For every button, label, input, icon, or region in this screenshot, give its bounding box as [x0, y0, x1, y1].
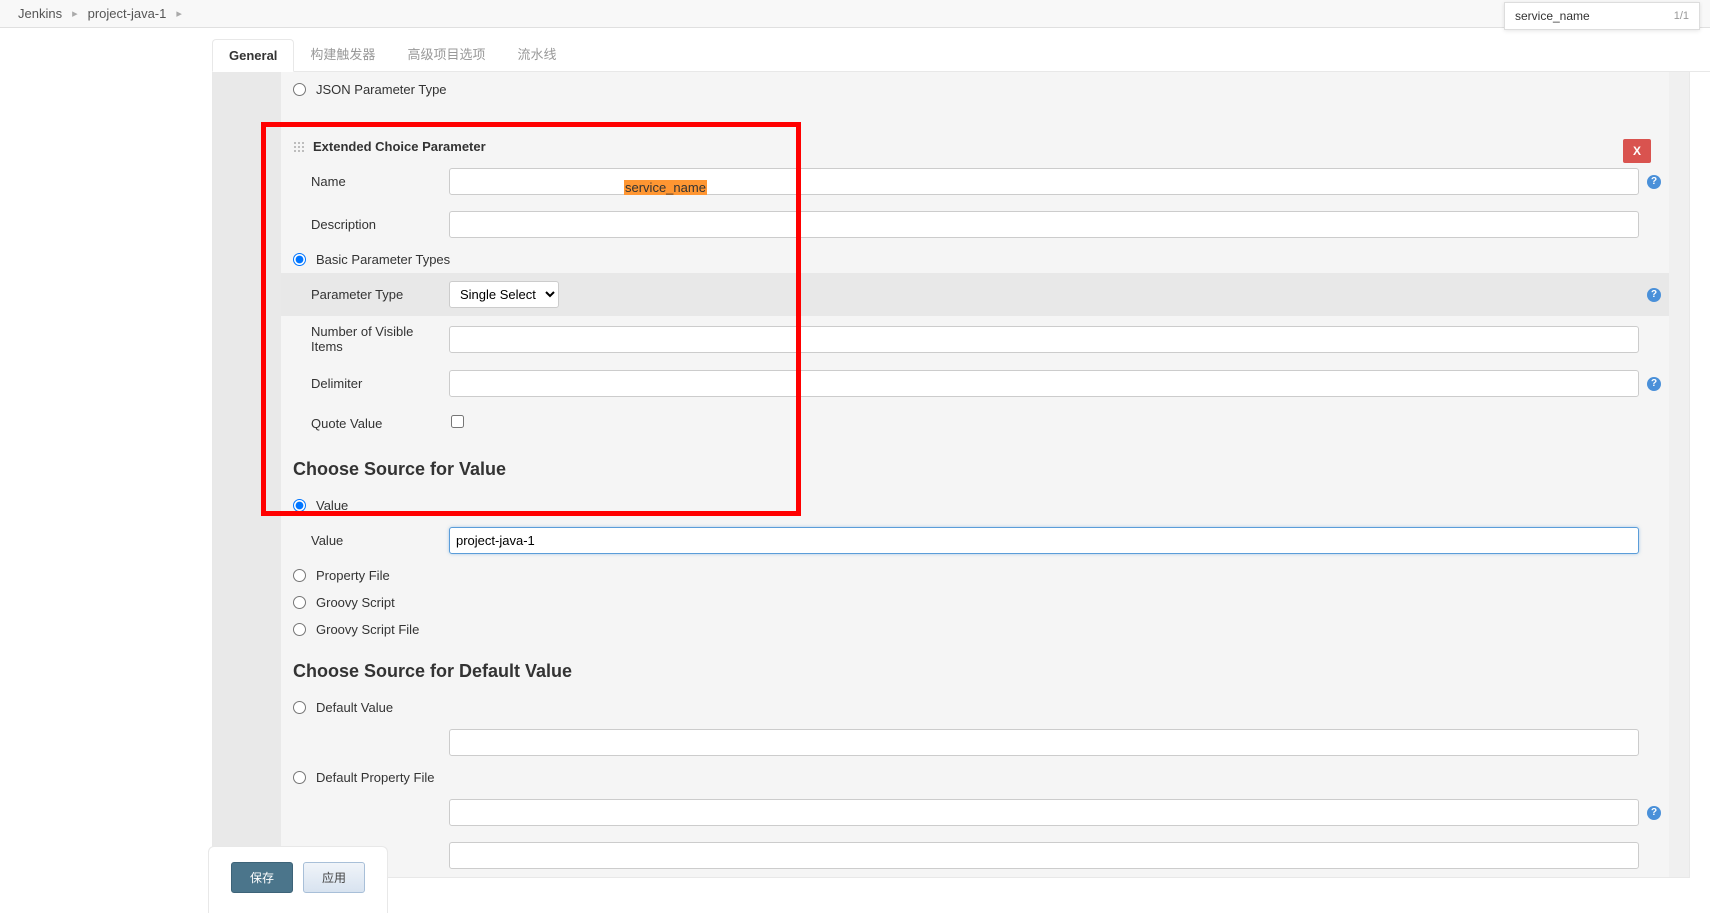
- name-label: Name: [311, 174, 449, 189]
- num-visible-input[interactable]: [449, 326, 1639, 353]
- tab-build-triggers[interactable]: 构建触发器: [294, 36, 391, 71]
- breadcrumb-project[interactable]: project-java-1: [88, 6, 167, 21]
- quote-value-label: Quote Value: [311, 416, 449, 431]
- param-type-input-wrap: Single Select: [449, 281, 1639, 308]
- json-param-type-row: JSON Parameter Type: [281, 72, 1669, 103]
- default-value-input-wrap: [449, 729, 1639, 756]
- groovy-script-file-radio[interactable]: [293, 623, 306, 636]
- groovy-script-file-row: Groovy Script File: [281, 616, 1669, 643]
- help-icon[interactable]: ?: [1647, 288, 1661, 302]
- num-visible-input-wrap: [449, 326, 1639, 353]
- description-input[interactable]: [449, 211, 1639, 238]
- value-input-row: Value: [281, 519, 1669, 562]
- main-content: General 构建触发器 高级项目选项 流水线 JSON Parameter …: [208, 36, 1710, 878]
- property-key-input[interactable]: [449, 842, 1639, 869]
- value-radio-row: Value: [281, 492, 1669, 519]
- default-property-file-input-row: ?: [281, 791, 1669, 834]
- drag-handle-icon[interactable]: [293, 141, 305, 153]
- property-key-input-wrap: [449, 842, 1639, 869]
- search-result-popup: service_name 1/1: [1504, 2, 1700, 30]
- property-file-label: Property File: [316, 568, 390, 583]
- content-panel: JSON Parameter Type Extended Choice Para…: [212, 72, 1690, 878]
- groovy-script-label: Groovy Script: [316, 595, 395, 610]
- default-property-file-input[interactable]: [449, 799, 1639, 826]
- property-file-radio[interactable]: [293, 569, 306, 582]
- description-label: Description: [311, 217, 449, 232]
- help-icon[interactable]: ?: [1647, 806, 1661, 820]
- help-icon[interactable]: ?: [1647, 377, 1661, 391]
- delimiter-input[interactable]: [449, 370, 1639, 397]
- groovy-script-row: Groovy Script: [281, 589, 1669, 616]
- value-input[interactable]: [449, 527, 1639, 554]
- default-property-file-input-wrap: [449, 799, 1639, 826]
- param-type-select[interactable]: Single Select: [449, 281, 559, 308]
- tab-pipeline[interactable]: 流水线: [501, 36, 572, 71]
- choose-source-default-title: Choose Source for Default Value: [281, 643, 1669, 694]
- delimiter-row: Delimiter ?: [281, 362, 1669, 405]
- default-value-radio-label: Default Value: [316, 700, 393, 715]
- chevron-right-icon: ▸: [72, 7, 78, 20]
- property-key-row: Property Key: [281, 834, 1669, 877]
- breadcrumb: Jenkins ▸ project-java-1 ▸: [0, 0, 1710, 28]
- value-radio-label: Value: [316, 498, 348, 513]
- inner-panel: JSON Parameter Type Extended Choice Para…: [281, 72, 1669, 877]
- basic-param-types-radio[interactable]: [293, 253, 306, 266]
- delimiter-input-wrap: [449, 370, 1639, 397]
- num-visible-row: Number of Visible Items: [281, 316, 1669, 362]
- default-property-file-row: Default Property File: [281, 764, 1669, 791]
- param-type-row: Parameter Type Single Select ?: [281, 273, 1669, 316]
- quote-value-input-wrap: [449, 415, 1639, 431]
- search-count: 1/1: [1674, 10, 1689, 22]
- help-icon[interactable]: ?: [1647, 175, 1661, 189]
- delimiter-label: Delimiter: [311, 376, 449, 391]
- groovy-script-file-label: Groovy Script File: [316, 622, 419, 637]
- default-value-radio[interactable]: [293, 701, 306, 714]
- json-param-type-label: JSON Parameter Type: [316, 82, 447, 97]
- default-property-file-label: Default Property File: [316, 770, 435, 785]
- breadcrumb-jenkins[interactable]: Jenkins: [18, 6, 62, 21]
- num-visible-label: Number of Visible Items: [311, 324, 449, 354]
- default-value-input[interactable]: [449, 729, 1639, 756]
- name-input-wrap: service_name: [449, 168, 1639, 195]
- tabs: General 构建触发器 高级项目选项 流水线: [212, 36, 1710, 72]
- apply-button[interactable]: 应用: [303, 862, 365, 893]
- quote-value-row: Quote Value: [281, 405, 1669, 441]
- value-radio[interactable]: [293, 499, 306, 512]
- save-button[interactable]: 保存: [231, 862, 293, 893]
- description-row: Description: [281, 203, 1669, 246]
- extended-choice-label: Extended Choice Parameter: [313, 139, 486, 154]
- groovy-script-radio[interactable]: [293, 596, 306, 609]
- param-type-label: Parameter Type: [311, 287, 449, 302]
- left-rail: [213, 72, 281, 877]
- name-input[interactable]: [449, 168, 1639, 195]
- json-param-type-radio[interactable]: [293, 83, 306, 96]
- default-value-input-row: [281, 721, 1669, 764]
- default-property-file-radio[interactable]: [293, 771, 306, 784]
- quote-value-checkbox[interactable]: [451, 415, 464, 428]
- tab-advanced-options[interactable]: 高级项目选项: [391, 36, 501, 71]
- value-label: Value: [311, 533, 449, 548]
- choose-source-value-title: Choose Source for Value: [281, 441, 1669, 492]
- basic-param-types-label: Basic Parameter Types: [316, 252, 450, 267]
- search-term: service_name: [1515, 9, 1590, 23]
- value-input-wrap: [449, 527, 1639, 554]
- property-file-row: Property File: [281, 562, 1669, 589]
- description-input-wrap: [449, 211, 1639, 238]
- extended-choice-header: Extended Choice Parameter X: [281, 129, 1669, 160]
- tab-general[interactable]: General: [212, 39, 294, 72]
- default-value-radio-row: Default Value: [281, 694, 1669, 721]
- name-row: Name service_name ?: [281, 160, 1669, 203]
- footer-buttons: 保存 应用: [208, 846, 388, 913]
- basic-param-types-row: Basic Parameter Types: [281, 246, 1669, 273]
- chevron-right-icon: ▸: [176, 7, 182, 20]
